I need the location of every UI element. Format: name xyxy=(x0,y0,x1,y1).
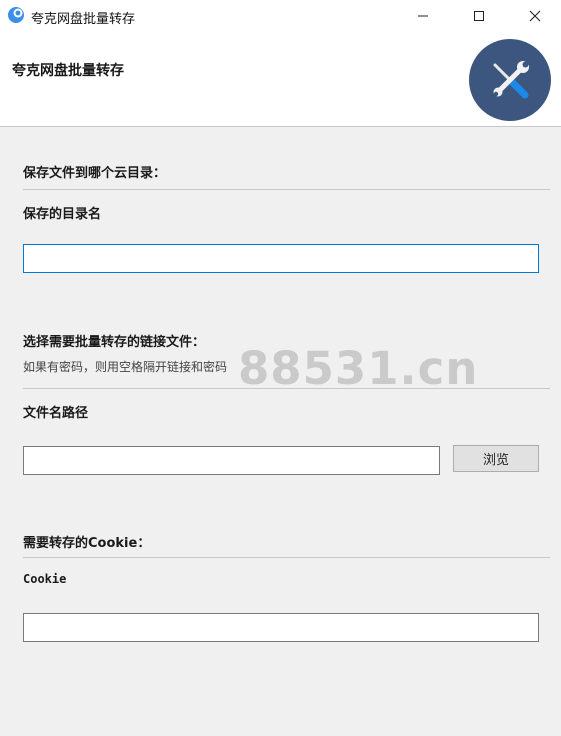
divider xyxy=(23,189,550,190)
close-button[interactable] xyxy=(512,0,558,32)
close-icon xyxy=(529,10,541,22)
minimize-icon xyxy=(418,15,428,17)
maximize-button[interactable] xyxy=(456,0,502,32)
save-dir-label: 保存的目录名 xyxy=(23,207,102,222)
cookie-label: Cookie xyxy=(23,572,67,586)
link-file-section-title: 选择需要批量转存的链接文件： xyxy=(23,335,206,350)
watermark: 88531.cn xyxy=(238,342,479,395)
header-banner: 夸克网盘批量转存 xyxy=(0,32,561,127)
link-file-hint: 如果有密码，则用空格隔开链接和密码 xyxy=(23,360,228,374)
save-dir-section-title: 保存文件到哪个云目录： xyxy=(23,166,167,181)
window-title: 夸克网盘批量转存 xyxy=(31,12,136,27)
quark-app-icon xyxy=(8,7,24,23)
header-logo xyxy=(469,39,551,121)
browse-button[interactable]: 浏览 xyxy=(453,445,539,472)
file-path-input[interactable] xyxy=(23,446,440,475)
header-title: 夸克网盘批量转存 xyxy=(12,63,124,79)
title-bar: 夸克网盘批量转存 xyxy=(0,0,561,32)
cookie-section-title: 需要转存的Cookie： xyxy=(23,536,151,551)
maximize-icon xyxy=(474,11,484,21)
tools-icon xyxy=(493,61,529,99)
minimize-button[interactable] xyxy=(400,0,446,32)
divider xyxy=(23,557,550,558)
cookie-input[interactable] xyxy=(23,613,539,642)
file-path-label: 文件名路径 xyxy=(23,406,89,421)
save-dir-input[interactable] xyxy=(23,244,539,273)
